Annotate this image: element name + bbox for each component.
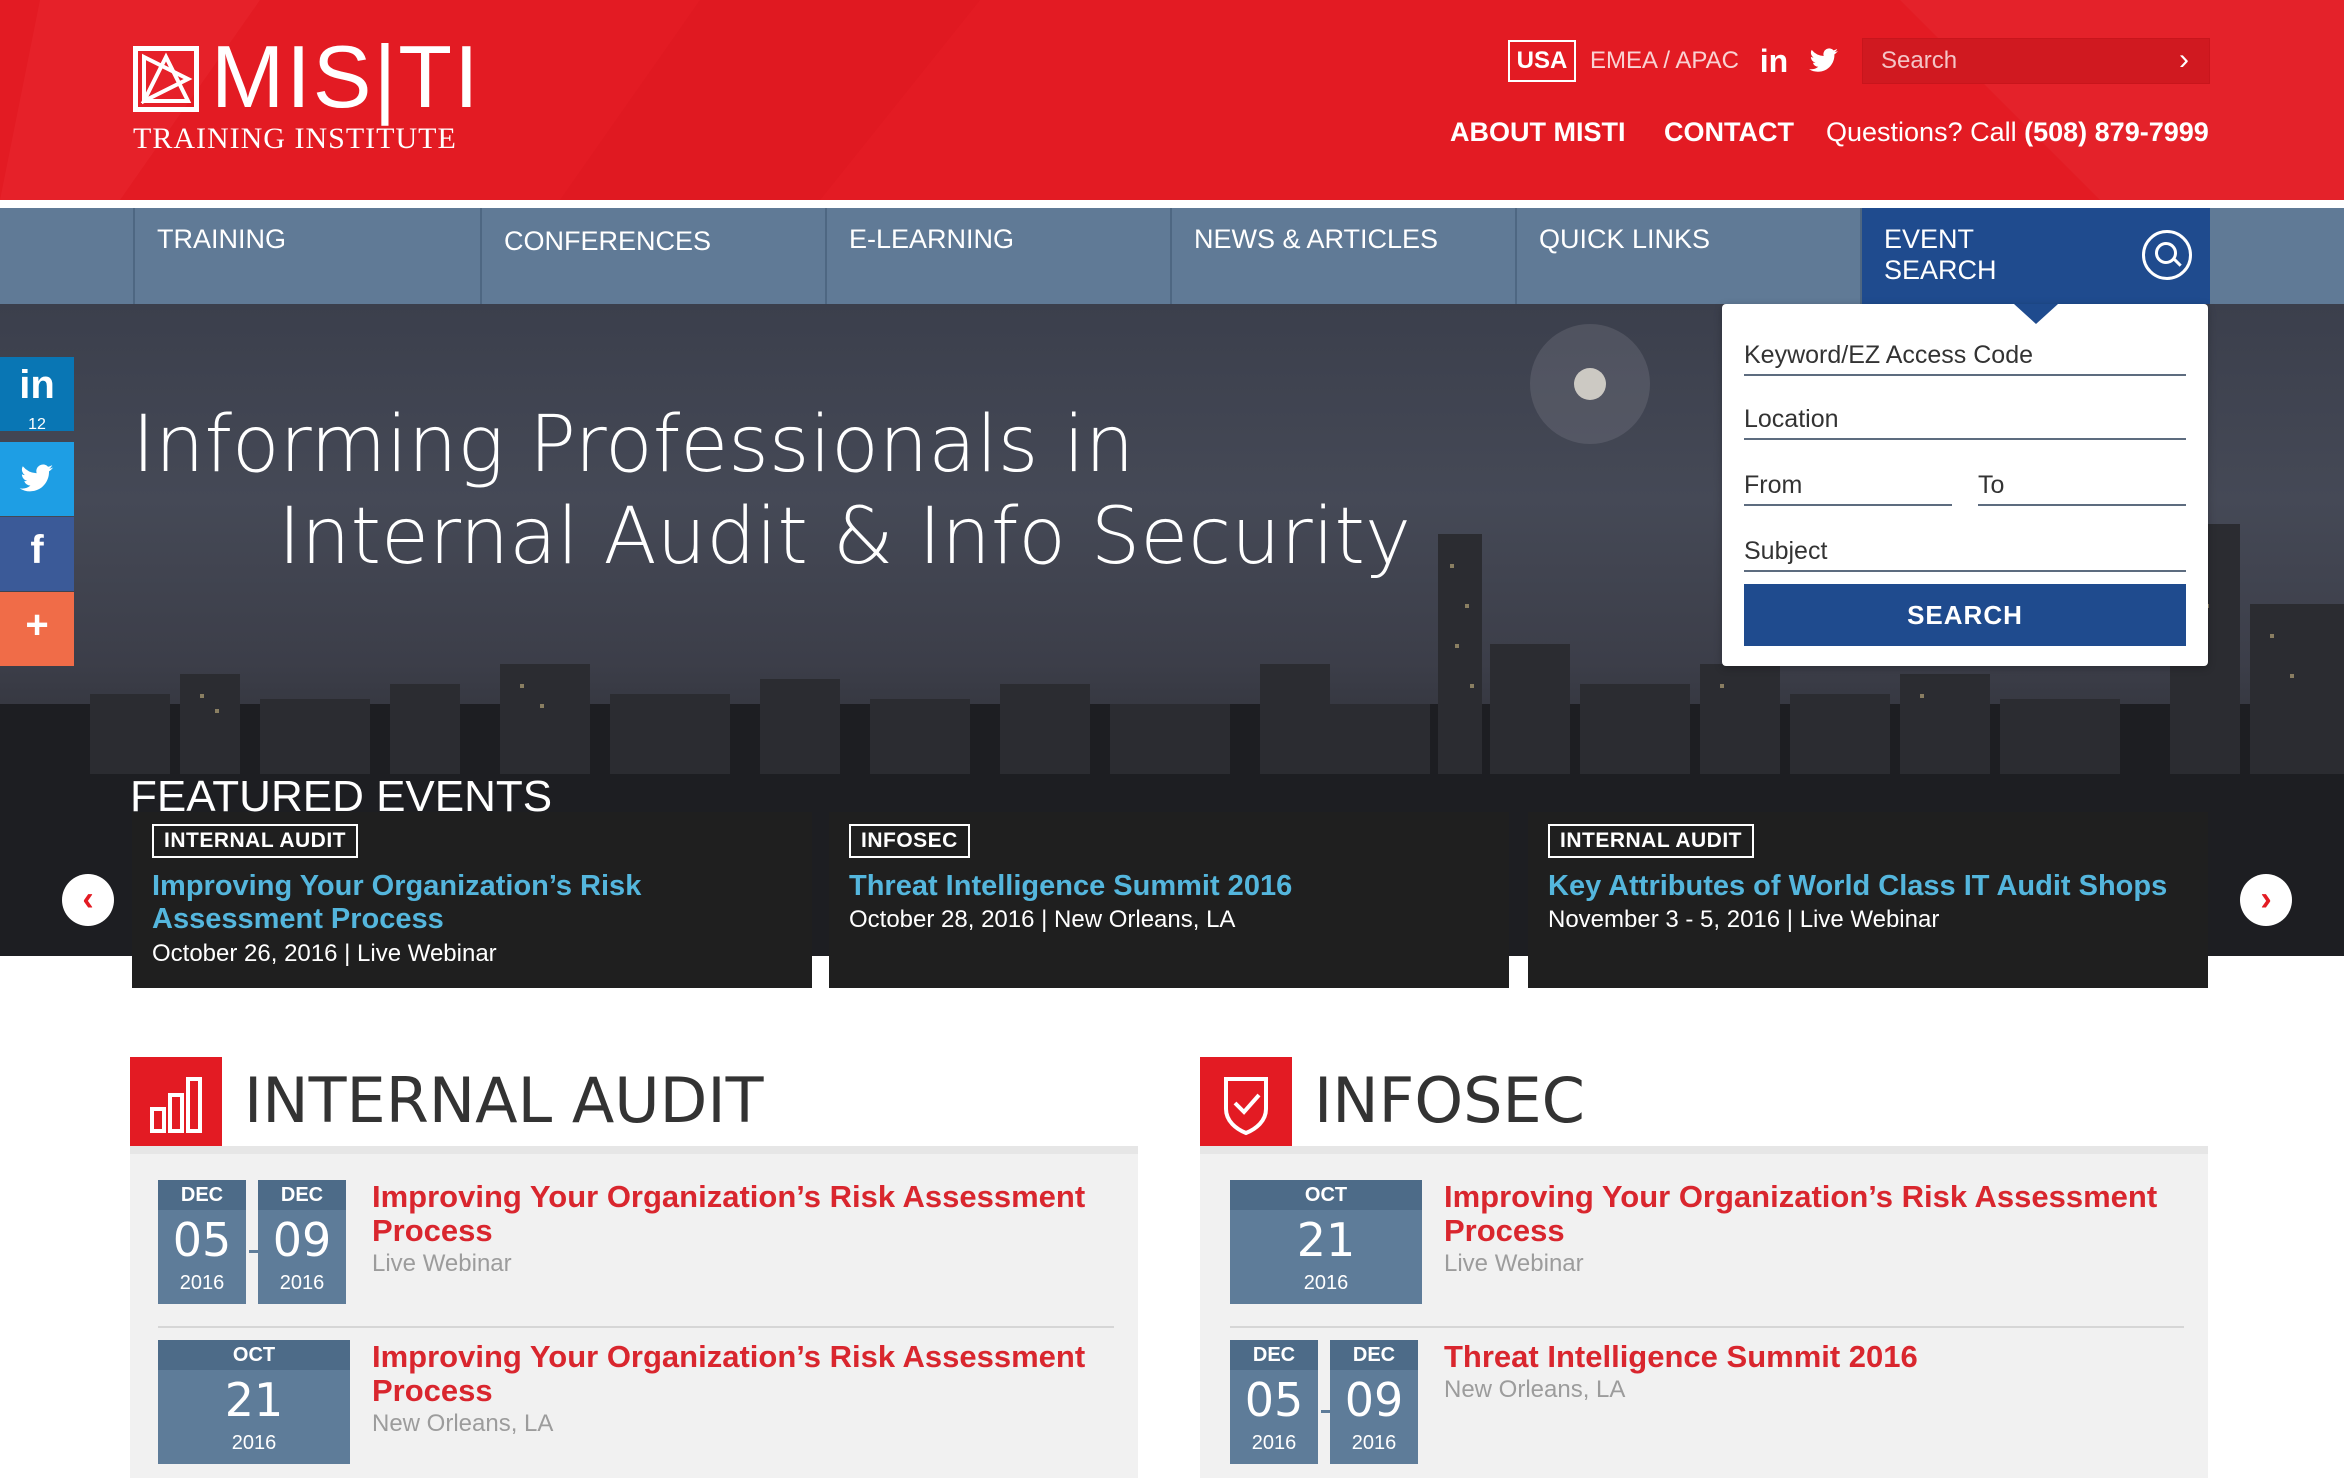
phone-number-link[interactable]: (508) 879-7999: [2024, 117, 2209, 147]
featured-event-title[interactable]: Improving Your Organization’s Risk Asses…: [152, 870, 792, 936]
linkedin-share-count: 12: [28, 416, 46, 433]
infosec-list: OCT 21 2016 Improving Your Organization’…: [1200, 1146, 2208, 1478]
location-field[interactable]: Location: [1744, 398, 2186, 440]
about-misti-link[interactable]: ABOUT MISTI: [1450, 112, 1626, 152]
event-location: New Orleans, LA: [372, 1410, 554, 1437]
header-divider: [0, 200, 2344, 208]
hero-headline-line2: Internal Audit & Info Security: [278, 492, 1412, 582]
date-badge-start: DEC 05 2016: [1230, 1340, 1318, 1464]
date-day: 09: [1344, 1373, 1404, 1427]
hero-headline-line1: Informing Professionals in: [132, 400, 1135, 490]
logo-mark-icon: [133, 46, 199, 112]
date-month: OCT: [158, 1340, 350, 1370]
event-category-tag: INTERNAL AUDIT: [1548, 824, 1754, 858]
main-nav: TRAINING CONFERENCES E-LEARNING NEWS & A…: [0, 208, 2344, 324]
linkedin-icon: in: [19, 363, 55, 407]
date-month: DEC: [1230, 1340, 1318, 1370]
twitter-icon: [19, 464, 54, 492]
linkedin-icon[interactable]: in: [1756, 40, 1792, 82]
list-divider: [1230, 1326, 2184, 1328]
site-search: ›: [1862, 38, 2210, 84]
date-badge: OCT 21 2016: [1230, 1180, 1422, 1304]
nav-quick-links[interactable]: QUICK LINKS: [1515, 208, 1862, 304]
site-search-input[interactable]: [1863, 39, 2163, 83]
date-day: 21: [1296, 1213, 1356, 1267]
date-month: DEC: [1330, 1340, 1418, 1370]
bar-chart-icon: [130, 1057, 222, 1149]
date-year: 2016: [1351, 1432, 1397, 1454]
date-badge-start: DEC 05 2016: [158, 1180, 246, 1304]
event-search-button[interactable]: SEARCH: [1744, 584, 2186, 646]
dropdown-pointer: [2014, 304, 2058, 324]
featured-event-title[interactable]: Threat Intelligence Summit 2016: [849, 870, 1489, 903]
event-title-link[interactable]: Threat Intelligence Summit 2016: [1444, 1340, 2184, 1374]
list-divider: [158, 1326, 1114, 1328]
infosec-heading: INFOSEC: [1314, 1064, 1585, 1137]
carousel-prev-chevron-icon[interactable]: ‹: [62, 874, 114, 926]
internal-audit-list: DEC 05 2016 DEC 09 2016 Improving Your O…: [130, 1146, 1138, 1478]
date-day: 09: [272, 1213, 332, 1267]
from-date-field[interactable]: From: [1744, 464, 1952, 506]
date-year: 2016: [279, 1272, 325, 1294]
phone-label: Questions? Call: [1826, 117, 2017, 147]
search-submit-chevron-icon[interactable]: ›: [2169, 39, 2199, 83]
date-day: 05: [1244, 1373, 1304, 1427]
share-twitter-button[interactable]: [0, 442, 74, 516]
featured-event-card[interactable]: INTERNAL AUDIT Improving Your Organizati…: [132, 812, 812, 988]
event-location: Live Webinar: [1444, 1250, 1584, 1277]
subject-field[interactable]: Subject: [1744, 530, 2186, 572]
plus-icon: +: [25, 603, 49, 647]
date-year: 2016: [1303, 1272, 1349, 1294]
event-title-link[interactable]: Improving Your Organization’s Risk Asses…: [372, 1340, 1112, 1408]
event-title-link[interactable]: Improving Your Organization’s Risk Asses…: [1444, 1180, 2184, 1248]
date-month: DEC: [258, 1180, 346, 1210]
nav-event-search[interactable]: EVENT SEARCH: [1862, 208, 2210, 324]
region-usa-button[interactable]: USA: [1508, 40, 1576, 82]
to-date-field[interactable]: To: [1978, 464, 2186, 506]
date-day: 05: [172, 1213, 232, 1267]
date-year: 2016: [179, 1272, 225, 1294]
event-search-panel: Keyword/EZ Access Code Location From To …: [1722, 304, 2208, 666]
twitter-icon[interactable]: [1806, 40, 1842, 82]
event-category-tag: INTERNAL AUDIT: [152, 824, 358, 858]
nav-training[interactable]: TRAINING: [133, 208, 481, 304]
facebook-icon: f: [30, 528, 44, 572]
search-icon: [2142, 230, 2192, 280]
featured-event-title[interactable]: Key Attributes of World Class IT Audit S…: [1548, 870, 2188, 903]
share-linkedin-button[interactable]: in 12: [0, 357, 74, 433]
event-location: New Orleans, LA: [1444, 1376, 1626, 1403]
date-year: 2016: [231, 1432, 277, 1454]
phone-contact: Questions? Call (508) 879-7999: [1826, 112, 2209, 152]
nav-news-articles[interactable]: NEWS & ARTICLES: [1170, 208, 1516, 304]
keyword-field[interactable]: Keyword/EZ Access Code: [1744, 334, 2186, 376]
nav-elearning[interactable]: E-LEARNING: [825, 208, 1171, 304]
event-category-tag: INFOSEC: [849, 824, 970, 858]
share-more-button[interactable]: +: [0, 592, 74, 666]
logo-subtitle: TRAINING INSTITUTE: [133, 122, 457, 155]
internal-audit-heading: INTERNAL AUDIT: [244, 1064, 764, 1137]
date-month: DEC: [158, 1180, 246, 1210]
featured-event-meta: October 26, 2016 | Live Webinar: [152, 940, 497, 967]
share-facebook-button[interactable]: f: [0, 517, 74, 591]
event-location: Live Webinar: [372, 1250, 512, 1277]
logo-wordmark: MIS|TI: [211, 27, 481, 126]
date-month: OCT: [1230, 1180, 1422, 1210]
contact-link[interactable]: CONTACT: [1664, 112, 1794, 152]
featured-event-meta: October 28, 2016 | New Orleans, LA: [849, 906, 1236, 933]
date-badge-end: DEC 09 2016: [258, 1180, 346, 1304]
featured-event-card[interactable]: INTERNAL AUDIT Key Attributes of World C…: [1528, 812, 2208, 988]
nav-conferences[interactable]: CONFERENCES: [480, 208, 826, 304]
date-year: 2016: [1251, 1432, 1297, 1454]
featured-event-card[interactable]: INFOSEC Threat Intelligence Summit 2016 …: [829, 812, 1509, 988]
featured-event-meta: November 3 - 5, 2016 | Live Webinar: [1548, 906, 1940, 933]
event-title-link[interactable]: Improving Your Organization’s Risk Asses…: [372, 1180, 1112, 1248]
shield-check-icon: [1200, 1057, 1292, 1149]
date-badge-end: DEC 09 2016: [1330, 1340, 1418, 1464]
date-day: 21: [224, 1373, 284, 1427]
region-emea-apac-link[interactable]: EMEA / APAC: [1590, 40, 1739, 82]
carousel-next-chevron-icon[interactable]: ›: [2240, 874, 2292, 926]
misti-logo[interactable]: MIS|TI TRAINING INSTITUTE: [133, 32, 479, 158]
date-badge: OCT 21 2016: [158, 1340, 350, 1464]
site-header: MIS|TI TRAINING INSTITUTE USA EMEA / APA…: [0, 0, 2344, 208]
